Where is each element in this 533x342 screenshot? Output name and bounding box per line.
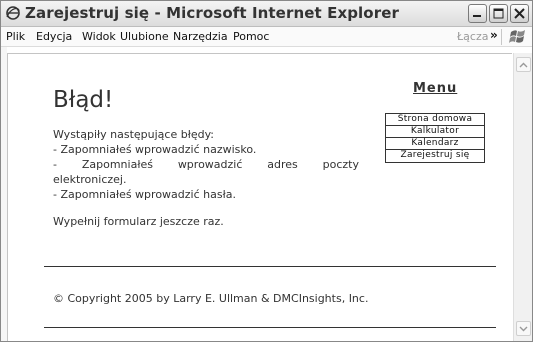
links-toolbar-label[interactable]: Łącza bbox=[457, 30, 489, 43]
menu-plik[interactable]: Plik bbox=[6, 30, 25, 43]
menu-widok[interactable]: Widok bbox=[82, 30, 116, 43]
chevron-right-icon[interactable]: » bbox=[490, 28, 498, 42]
scroll-up-button[interactable] bbox=[516, 57, 531, 72]
ie-icon bbox=[5, 5, 21, 21]
nav-link-calendar[interactable]: Kalendarz bbox=[386, 138, 484, 150]
toolbar-separator bbox=[501, 29, 502, 45]
page-title: Błąd! bbox=[53, 87, 114, 113]
divider bbox=[44, 327, 496, 328]
vertical-scrollbar[interactable] bbox=[513, 53, 532, 341]
nav-link-calculator[interactable]: Kalkulator bbox=[386, 126, 484, 138]
chevron-down-icon bbox=[519, 326, 528, 331]
minimize-icon bbox=[473, 15, 481, 17]
close-icon bbox=[514, 8, 525, 19]
menu-edycja[interactable]: Edycja bbox=[36, 30, 72, 43]
menu-ulubione[interactable]: Ulubione bbox=[120, 30, 169, 43]
window-title: Zarejestruj się - Microsoft Internet Exp… bbox=[25, 4, 399, 22]
menu-pomoc[interactable]: Pomoc bbox=[233, 30, 269, 43]
nav-link-register[interactable]: Zarejestruj się bbox=[386, 150, 484, 162]
scroll-down-button[interactable] bbox=[516, 321, 531, 336]
close-button[interactable] bbox=[510, 4, 529, 23]
nav-heading: Menu bbox=[413, 81, 458, 96]
title-bar: Zarejestruj się - Microsoft Internet Exp… bbox=[1, 1, 532, 27]
error-item: - Zapomniałeś wprowadzić nazwisko. bbox=[53, 143, 257, 156]
error-item: - Zapomniałeś wprowadzić adres poczty bbox=[53, 158, 359, 171]
divider bbox=[44, 266, 496, 267]
maximize-icon bbox=[493, 8, 504, 19]
windows-logo-icon bbox=[509, 29, 527, 45]
error-intro: Wystąpiły następujące błędy: bbox=[53, 128, 215, 141]
footer-copyright: © Copyright 2005 by Larry E. Ullman & DM… bbox=[53, 292, 369, 305]
nav-menu: Strona domowa Kalkulator Kalendarz Zarej… bbox=[385, 113, 485, 163]
nav-link-home[interactable]: Strona domowa bbox=[386, 114, 484, 126]
browser-window: Zarejestruj się - Microsoft Internet Exp… bbox=[0, 0, 533, 342]
error-item: - Zapomniałeś wprowadzić hasła. bbox=[53, 188, 236, 201]
menu-narzedzia[interactable]: Narzędzia bbox=[173, 30, 228, 43]
chevron-up-icon bbox=[519, 62, 528, 67]
menu-bar: Plik Edycja Widok Ulubione Narzędzia Pom… bbox=[1, 27, 532, 47]
minimize-button[interactable] bbox=[468, 4, 487, 23]
error-item-continued: elektroniczej. bbox=[53, 173, 127, 186]
retry-message: Wypełnij formularz jeszcze raz. bbox=[53, 215, 224, 228]
maximize-button[interactable] bbox=[489, 4, 508, 23]
error-list: Wystąpiły następujące błędy: - Zapomniał… bbox=[53, 127, 359, 202]
